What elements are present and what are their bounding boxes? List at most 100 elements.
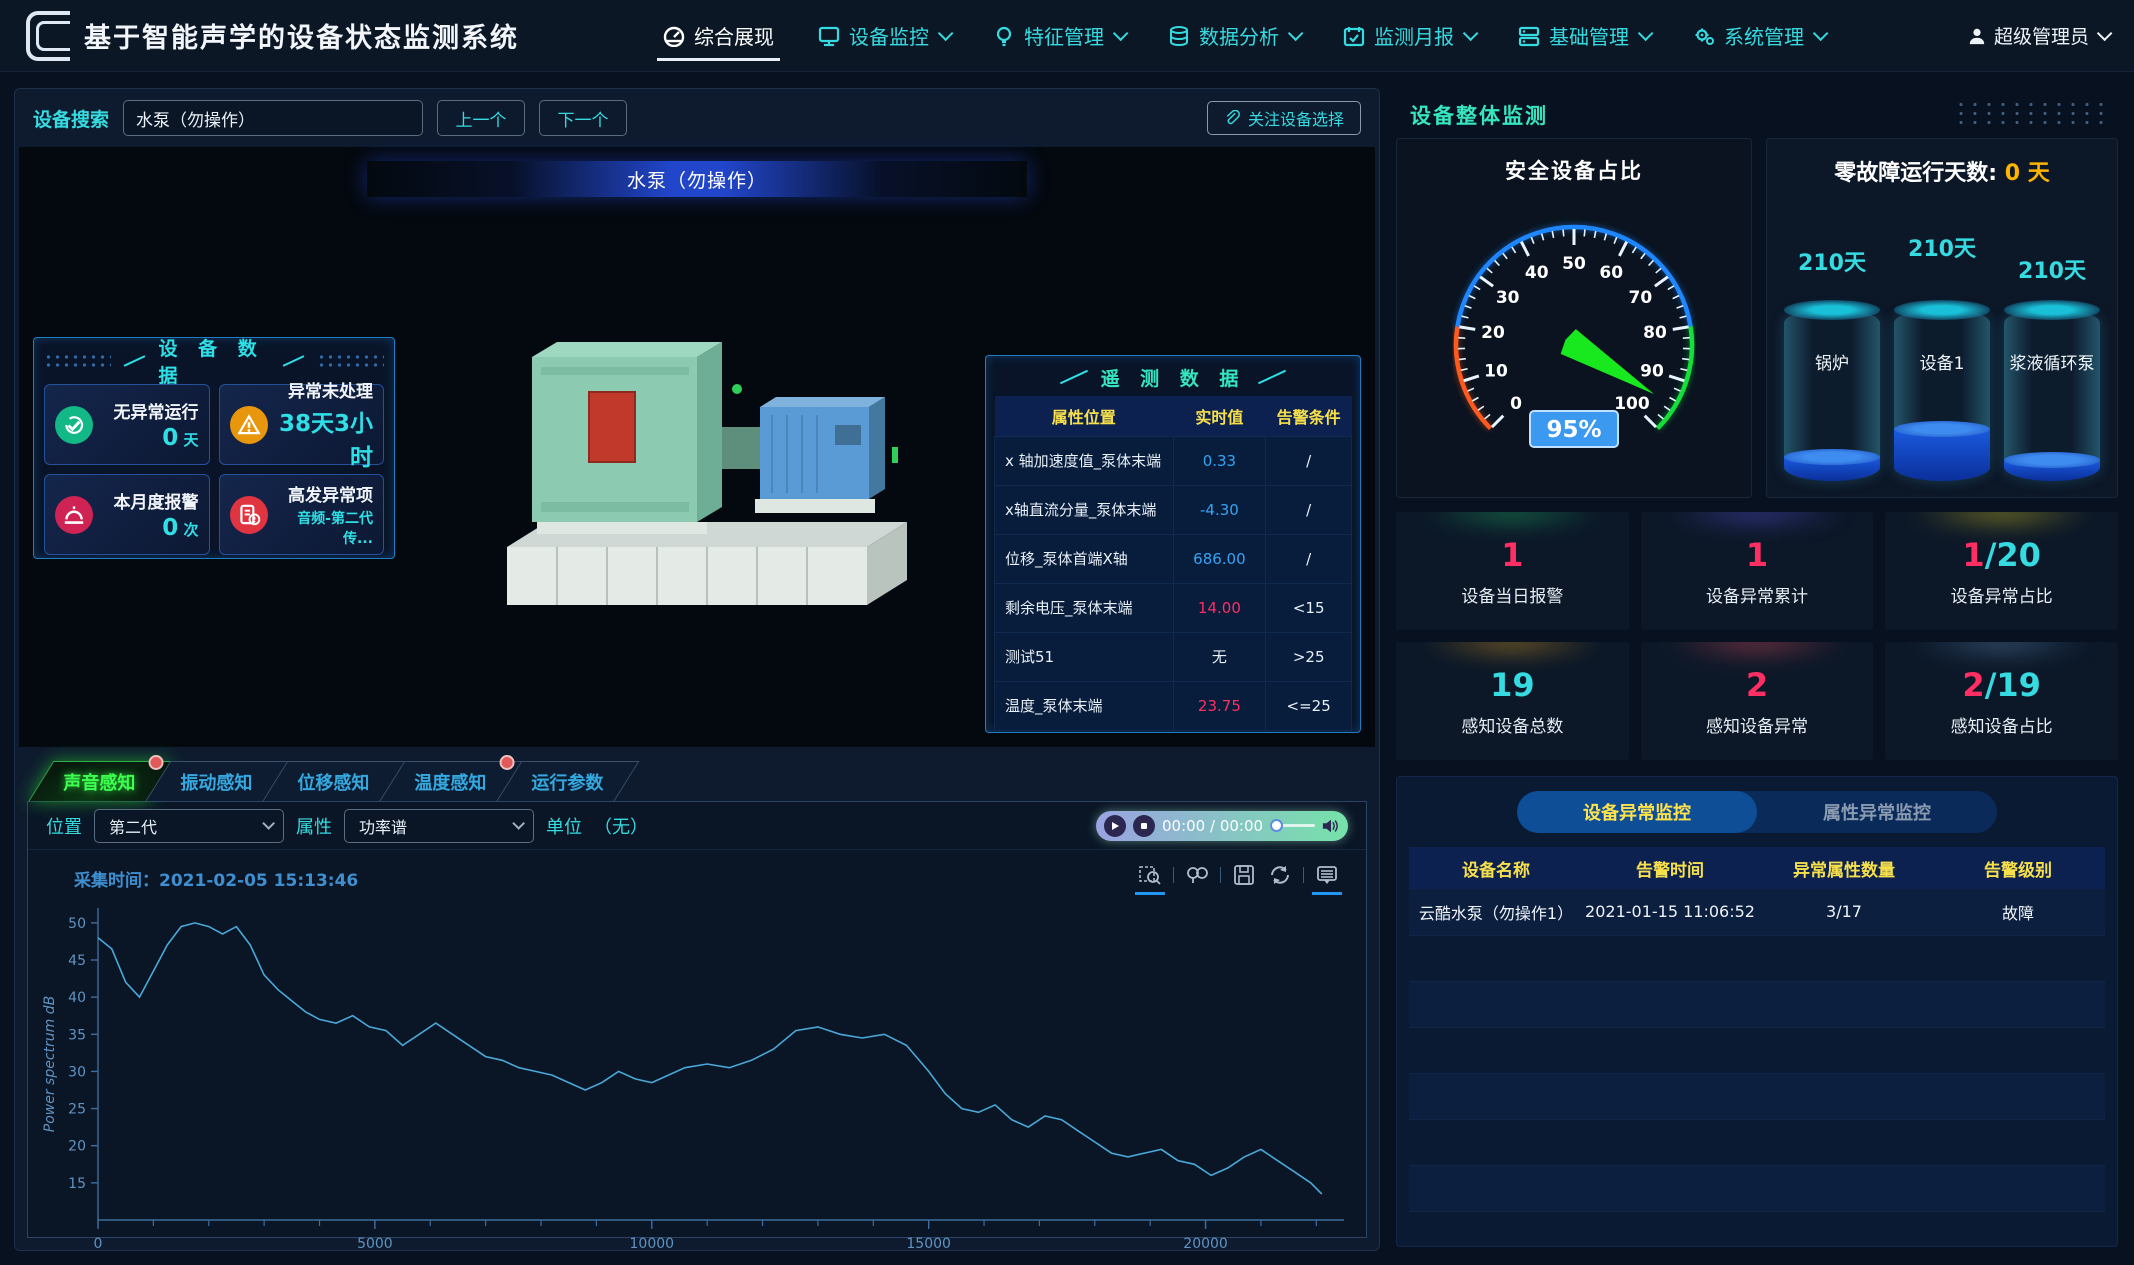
app-logo-icon	[26, 11, 70, 61]
dashboard-icon	[663, 25, 685, 47]
telemetry-value: 686.00	[1173, 534, 1266, 583]
stat-tile: 1设备异常累计	[1641, 512, 1874, 630]
deco-slash-right	[282, 355, 304, 367]
monitor-cell-empty	[1409, 981, 1583, 1027]
sense-tab-5[interactable]: 运行参数	[497, 761, 640, 801]
deco-slash-left	[124, 355, 146, 367]
restore-icon[interactable]	[1267, 862, 1293, 888]
chevron-down-icon	[1288, 26, 1304, 42]
stat-label: 感知设备占比	[1951, 712, 2053, 737]
telemetry-value: 0.33	[1173, 436, 1266, 485]
attribute-value: 功率谱	[359, 814, 407, 838]
nav-item-7[interactable]: 系统管理	[1693, 0, 1824, 71]
alarm-icon	[55, 496, 93, 534]
next-device-button[interactable]: 下一个	[539, 100, 627, 136]
audio-player: 00:00 / 00:00	[1096, 811, 1348, 841]
monitor-cell-empty	[1409, 1165, 1583, 1211]
spectrum-chart[interactable]: 152025303540455005000100001500020000Freq…	[34, 890, 1364, 1265]
nav-item-label: 综合展现	[694, 21, 774, 50]
nav-item-2[interactable]: 设备监控	[818, 0, 949, 71]
telemetry-condition: /	[1266, 436, 1352, 485]
card-value-number: 0	[162, 425, 178, 451]
card-value: 38天3小时	[276, 404, 374, 472]
attribute-select[interactable]: 功率谱	[344, 809, 534, 843]
monitor-tab-2[interactable]: 属性异常监控	[1757, 791, 1997, 833]
toolbar-divider	[1303, 867, 1304, 883]
monitor-row-empty	[1409, 1073, 2105, 1119]
nav-item-6[interactable]: 基础管理	[1518, 0, 1649, 71]
stat-value: 1	[1746, 536, 1768, 574]
save-image-icon[interactable]	[1231, 862, 1257, 888]
telemetry-row: x 轴加速度值_泵体末端0.33/	[995, 436, 1352, 485]
svg-text:50: 50	[1562, 254, 1586, 274]
monitor-cell-empty	[1931, 981, 2105, 1027]
dataview-icon[interactable]	[1314, 862, 1340, 888]
device-cylinders: 210天锅炉210天设备1210天浆液循环泵	[1767, 187, 2117, 497]
cylinder: 浆液循环泵	[2004, 309, 2100, 481]
card-text: 异常未处理38天3小时	[276, 377, 374, 472]
monitor-cell-empty	[1583, 1165, 1757, 1211]
prev-device-button[interactable]: 上一个	[437, 100, 525, 136]
player-time: 00:00 / 00:00	[1162, 817, 1263, 835]
svg-text:90: 90	[1640, 361, 1664, 381]
nav-item-4[interactable]: 数据分析	[1168, 0, 1299, 71]
device-data-title-row: 设 备 数 据	[44, 342, 384, 380]
deco-dots-left	[44, 353, 111, 369]
monitor-col-header: 异常属性数量	[1757, 847, 1931, 889]
user-name: 超级管理员	[1994, 22, 2089, 49]
volume-icon[interactable]	[1322, 818, 1340, 834]
position-select[interactable]: 第二代	[94, 809, 284, 843]
stat-value-part: /20	[1985, 536, 2041, 574]
nav-item-label: 设备监控	[849, 21, 929, 50]
monitor-tab-1[interactable]: 设备异常监控	[1517, 791, 1757, 833]
monitor-row[interactable]: 云酷水泵（勿操作1）2021-01-15 11:06:523/17故障	[1409, 889, 2105, 935]
svg-text:40: 40	[68, 990, 86, 1006]
cylinder-liquid	[1784, 457, 1880, 481]
datazoom-icon[interactable]	[1137, 862, 1163, 888]
zero-fault-panel: 零故障运行天数: 0 天 210天锅炉210天设备1210天浆液循环泵	[1766, 138, 2118, 498]
stat-tiles: 1设备当日报警1设备异常累计1/20设备异常占比19感知设备总数2感知设备异常2…	[1396, 512, 2118, 760]
telemetry-row: 测试51无>25	[995, 632, 1352, 681]
telemetry-title: 遥 测 数 据	[1101, 364, 1246, 391]
svg-text:20000: 20000	[1183, 1236, 1228, 1252]
stat-value-part: 1	[1962, 536, 1984, 574]
datazoom-reset-icon[interactable]	[1184, 862, 1210, 888]
viewport-3d[interactable]: 水泵（勿操作）	[19, 147, 1375, 747]
monitor-row-empty	[1409, 1119, 2105, 1165]
unit-label: 单位	[546, 813, 582, 839]
chevron-down-icon	[512, 817, 525, 830]
telemetry-value: -4.30	[1173, 485, 1266, 534]
tile-glow	[1664, 642, 1850, 660]
focus-device-button[interactable]: 关注设备选择	[1207, 101, 1361, 135]
player-seek-slider[interactable]	[1270, 824, 1315, 827]
telemetry-attr: 测试51	[995, 632, 1174, 681]
tile-glow	[1909, 642, 2095, 660]
stat-tile: 1设备当日报警	[1396, 512, 1629, 630]
monitor-tab-bar: 设备异常监控属性异常监控	[1517, 791, 1997, 833]
capture-time-label: 采集时间：	[74, 871, 159, 891]
overview-charts-row: 安全设备占比 010203040506070809010095% 零故障运行天数…	[1396, 138, 2118, 498]
user-menu[interactable]: 超级管理员	[1968, 22, 2108, 49]
attribute-label: 属性	[296, 813, 332, 839]
card-text: 无异常运行0 天	[101, 398, 199, 451]
app-title: 基于智能声学的设备状态监测系统	[84, 16, 519, 55]
chart-toolbar	[1137, 862, 1340, 888]
stat-label: 感知设备异常	[1706, 712, 1808, 737]
player-seek-knob[interactable]	[1270, 819, 1283, 832]
nav-item-1[interactable]: 综合展现	[663, 0, 774, 71]
stat-value-part: 1	[1746, 536, 1768, 574]
chevron-down-icon	[1638, 26, 1654, 42]
stop-button[interactable]	[1133, 815, 1155, 837]
pump-3d-model	[437, 297, 957, 627]
cylinder-liquid	[2004, 460, 2100, 481]
nav-item-5[interactable]: 监测月报	[1343, 0, 1474, 71]
card-label: 高发异常项	[276, 481, 374, 506]
play-button[interactable]	[1104, 815, 1126, 837]
card-value-number: 0	[162, 515, 178, 541]
monitor-cell: 云酷水泵（勿操作1）	[1409, 889, 1583, 935]
nav-item-3[interactable]: 特征管理	[993, 0, 1124, 71]
monitor-cell-empty	[1583, 981, 1757, 1027]
cylinder: 锅炉	[1784, 309, 1880, 481]
nav-item-label: 基础管理	[1549, 21, 1629, 50]
device-search-input[interactable]	[123, 100, 423, 136]
